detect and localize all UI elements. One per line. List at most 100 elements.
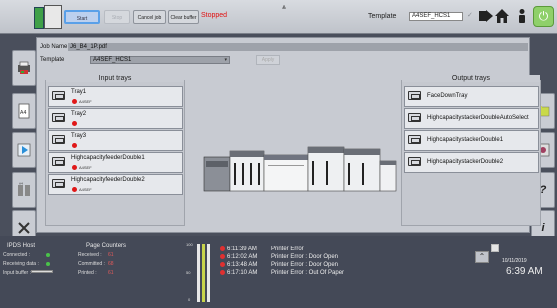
ipds-host-title: IPDS Host <box>7 243 36 249</box>
committed-value: 68 <box>108 261 114 267</box>
paper-stack-icon <box>44 5 62 29</box>
tray-status-dot <box>72 165 77 170</box>
toolbar-template-label: Template <box>368 13 397 20</box>
log-time: 6:17:10 AM <box>227 270 258 277</box>
tray-icon <box>52 157 65 166</box>
tray-name: Tray3 <box>71 133 87 139</box>
tray-name: Tray2 <box>71 111 87 117</box>
job-name-field: J6_B4_1P.pdf <box>68 43 528 51</box>
top-toolbar: Start Stop Cancel job Clear buffer Stopp… <box>0 0 557 34</box>
apply-button[interactable]: Apply <box>256 55 280 65</box>
tray-name: HighcapacitystackerDouble1 <box>427 137 504 143</box>
svg-text:A4: A4 <box>19 182 23 186</box>
log-entry: 6:12:02 AM Printer Error : Door Open <box>220 254 472 262</box>
event-log: 6:11:39 AM Printer Error 6:12:02 AM Printe… <box>220 246 472 306</box>
tray-name: HighcapacitystackerDoubleAutoSelect <box>427 115 529 121</box>
log-entry: 6:17:10 AM Printer Error : Out Of Paper <box>220 270 472 278</box>
printer-status: Stopped <box>201 12 228 19</box>
tray-status-dot <box>72 143 77 148</box>
input-tray[interactable]: HighcapacityfeederDouble2 A4SEF <box>48 174 183 195</box>
buffer-label: Input buffer : <box>3 270 31 276</box>
chevron-down-icon: ▾ <box>224 57 227 63</box>
paper-level-icon <box>34 7 44 29</box>
tray-media: A4SEF <box>79 99 92 104</box>
tray-status-dot <box>72 99 77 104</box>
input-tray[interactable]: HighcapacityfeederDouble1 A4SEF <box>48 152 183 173</box>
meter-bar <box>202 244 205 302</box>
output-tray[interactable]: FaceDownTray <box>404 86 539 107</box>
tray-icon <box>52 135 65 144</box>
meter-bar <box>207 244 210 302</box>
input-trays-panel: Input trays Tray1 A4SEF Tray2 Tray3 High… <box>45 75 185 226</box>
receiving-label: Receiving data : <box>3 261 39 267</box>
tray-name: HighcapacityfeederDouble2 <box>71 177 145 183</box>
buffer-meter: 100 50 0 <box>186 242 214 304</box>
power-icon[interactable]: ⏻ <box>533 6 554 27</box>
log-scroll-up-icon[interactable]: ⌃ <box>475 251 489 263</box>
output-tray[interactable]: HighcapacitystackerDoubleAutoSelect <box>404 108 539 129</box>
template-select[interactable]: A4SEF_HCS1 ▾ <box>90 56 230 64</box>
output-tray[interactable]: HighcapacitystackerDouble1 <box>404 130 539 151</box>
arrow-right-icon[interactable] <box>478 8 494 24</box>
stop-button[interactable]: Stop <box>104 10 130 24</box>
output-trays-panel: Output trays FaceDownTray Highcapacityst… <box>401 75 541 226</box>
svg-text:A4: A4 <box>20 110 27 116</box>
clock-display: 6:39 AM <box>506 266 543 277</box>
received-value: 61 <box>108 252 114 258</box>
input-tray[interactable]: Tray3 <box>48 130 183 151</box>
committed-label: Committed : <box>78 261 105 267</box>
error-icon <box>220 254 225 259</box>
printer-icon[interactable] <box>12 50 36 86</box>
log-message: Printer Error : Door Open <box>271 254 339 261</box>
connected-indicator <box>46 253 50 257</box>
tray-icon <box>52 91 65 100</box>
input-tray[interactable]: Tray2 <box>48 108 183 129</box>
tray-status-dot <box>72 121 77 126</box>
meter-tick-mid: 50 <box>186 270 191 275</box>
tray-media: A4SEF <box>79 165 92 170</box>
job-name-label: Job Name <box>40 44 68 50</box>
left-sidebar: A4 A4 <box>12 35 37 246</box>
template-label: Template <box>40 57 65 63</box>
error-icon <box>220 270 225 275</box>
received-label: Received : <box>78 252 102 258</box>
log-entry: 6:11:39 AM Printer Error <box>220 246 472 254</box>
log-message: Printer Error : Door Open <box>271 262 339 269</box>
tray-icon <box>408 157 421 166</box>
input-trays-title: Input trays <box>46 75 184 82</box>
check-icon[interactable]: ✓ <box>467 11 473 19</box>
document-icon[interactable]: A4 <box>12 93 36 129</box>
log-time: 6:12:02 AM <box>227 254 258 261</box>
log-time: 6:13:48 AM <box>227 262 258 269</box>
log-time: 6:11:39 AM <box>227 246 257 253</box>
meter-bar <box>197 244 200 302</box>
cancel-job-button[interactable]: Cancel job <box>133 10 166 24</box>
printed-label: Printed : <box>78 270 97 276</box>
person-icon[interactable] <box>514 8 530 24</box>
tray-status-dot <box>72 187 77 192</box>
printed-value: 61 <box>108 270 114 276</box>
input-buffer-bar <box>31 270 53 273</box>
collapse-icon[interactable]: ⩓ <box>277 4 291 12</box>
tray-settings-icon[interactable]: A4 <box>12 172 36 208</box>
tray-icon <box>52 179 65 188</box>
log-message: Printer Error : Out Of Paper <box>271 270 345 277</box>
log-entry: 6:13:48 AM Printer Error : Door Open <box>220 262 472 270</box>
log-filter-checkbox[interactable] <box>491 244 499 252</box>
tray-name: HighcapacityfeederDouble1 <box>71 155 145 161</box>
output-tray[interactable]: HighcapacitystackerDouble2 <box>404 152 539 173</box>
play-icon[interactable] <box>12 132 36 168</box>
toolbar-template-field[interactable]: A4SEF_HCS1 <box>409 12 463 21</box>
home-icon[interactable] <box>494 8 510 24</box>
connected-label: Connected : <box>3 252 30 258</box>
error-icon <box>220 262 225 267</box>
start-button[interactable]: Start <box>64 10 100 24</box>
page-counters-title: Page Counters <box>86 243 127 249</box>
tray-icon <box>408 135 421 144</box>
printer-machine-illustration <box>203 146 397 192</box>
input-tray[interactable]: Tray1 A4SEF <box>48 86 183 107</box>
meter-tick-bottom: 0 <box>188 297 191 302</box>
tray-name: Tray1 <box>71 89 87 95</box>
clear-buffer-button[interactable]: Clear buffer <box>168 10 199 24</box>
main-panel: Job Name J6_B4_1P.pdf Template A4SEF_HCS… <box>36 37 541 233</box>
